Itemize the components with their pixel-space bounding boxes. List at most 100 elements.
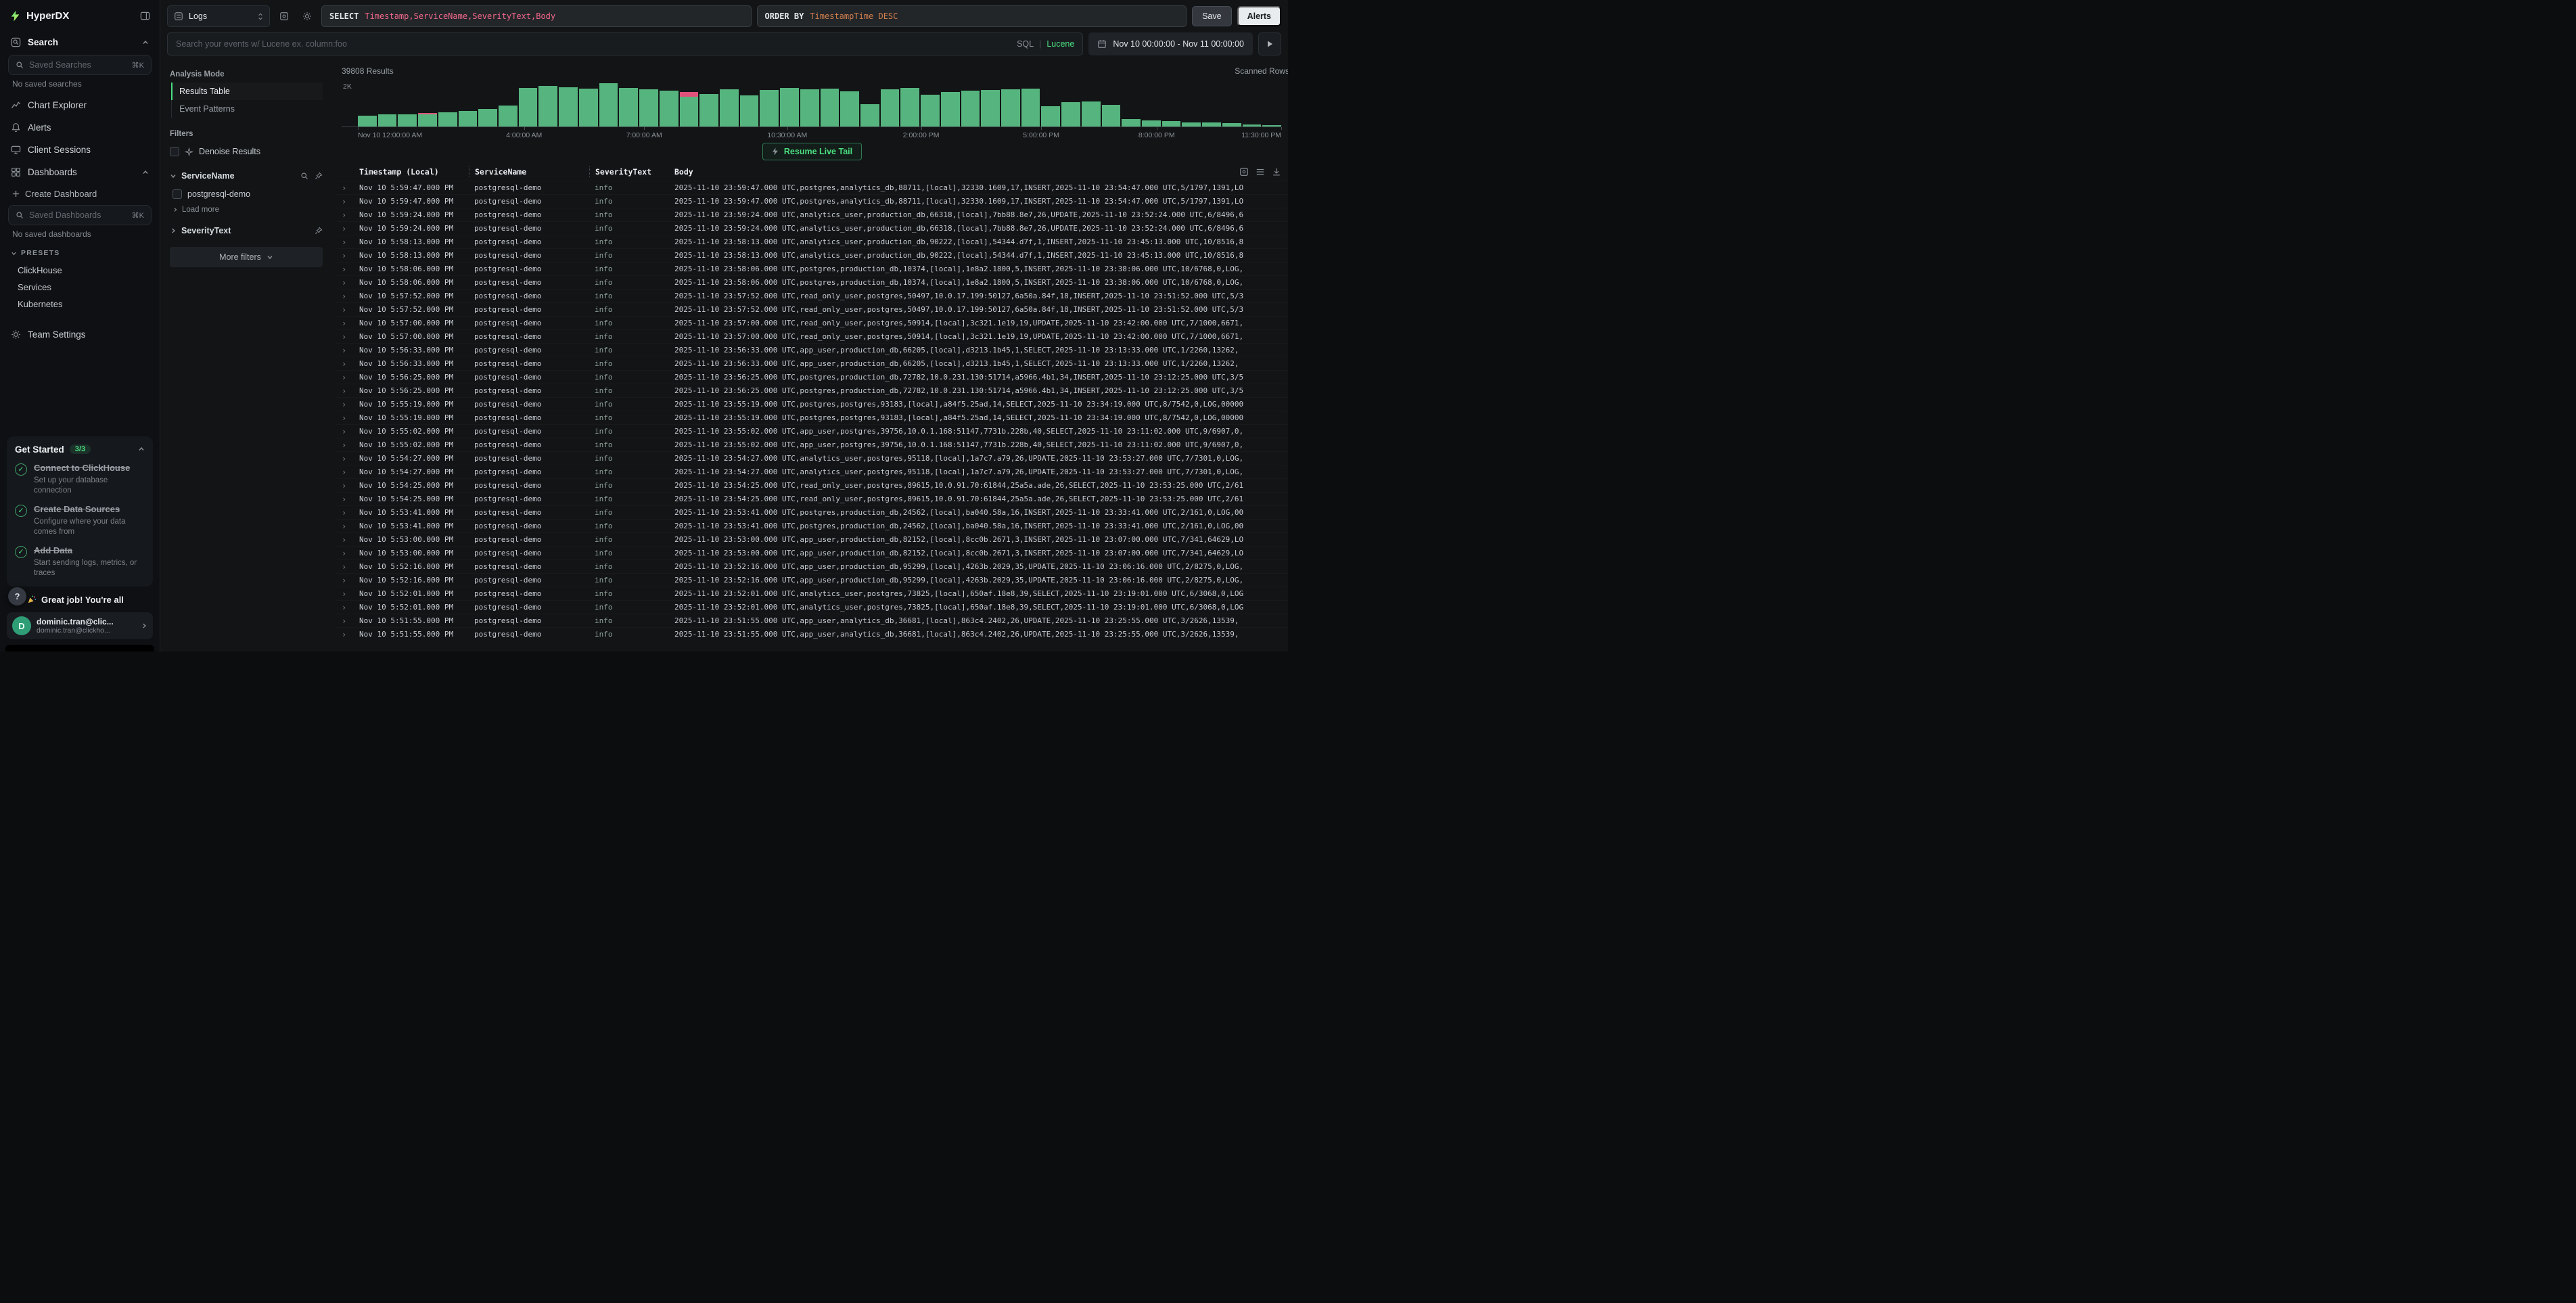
download-icon[interactable] (1272, 167, 1281, 177)
run-query-button[interactable] (1258, 32, 1281, 55)
row-expand-icon[interactable]: › (336, 346, 354, 355)
language-toggle-lucene[interactable]: Lucene (1046, 39, 1074, 49)
table-row[interactable]: ›Nov 10 5:59:47.000 PMpostgresql-demoinf… (336, 194, 1288, 208)
histogram-bar[interactable] (720, 83, 739, 127)
saved-searches-input[interactable]: Saved Searches ⌘K (8, 55, 152, 75)
table-settings-icon[interactable] (1239, 167, 1249, 177)
row-expand-icon[interactable]: › (336, 183, 354, 193)
histogram-bar[interactable] (1162, 83, 1181, 127)
load-more-button[interactable]: Load more (170, 202, 323, 217)
histogram-bar[interactable] (1102, 83, 1121, 127)
sidebar-item-kubernetes[interactable]: Kubernetes (7, 296, 153, 313)
row-expand-icon[interactable]: › (336, 549, 354, 558)
histogram-bar[interactable] (780, 83, 799, 127)
mode-event-patterns[interactable]: Event Patterns (171, 100, 323, 118)
row-expand-icon[interactable]: › (336, 616, 354, 626)
histogram-bar[interactable] (478, 83, 497, 127)
histogram-bar[interactable] (740, 83, 759, 127)
histogram-bar[interactable] (519, 83, 538, 127)
table-row[interactable]: ›Nov 10 5:52:01.000 PMpostgresql-demoinf… (336, 587, 1288, 600)
table-row[interactable]: ›Nov 10 5:58:13.000 PMpostgresql-demoinf… (336, 248, 1288, 262)
histogram-bar[interactable] (660, 83, 678, 127)
sidebar-item-alerts[interactable]: Alerts (7, 116, 153, 139)
row-expand-icon[interactable]: › (336, 305, 354, 315)
source-settings-button[interactable] (298, 7, 316, 25)
histogram-bar[interactable] (961, 83, 980, 127)
histogram-bar[interactable] (1122, 83, 1141, 127)
histogram-bar[interactable] (1041, 83, 1060, 127)
histogram-bar[interactable] (599, 83, 618, 127)
column-severitytext[interactable]: SeverityText (589, 166, 669, 177)
column-servicename[interactable]: ServiceName (469, 166, 589, 177)
histogram-bar[interactable] (760, 83, 779, 127)
row-expand-icon[interactable]: › (336, 265, 354, 274)
table-row[interactable]: ›Nov 10 5:56:33.000 PMpostgresql-demoinf… (336, 357, 1288, 370)
table-row[interactable]: ›Nov 10 5:54:27.000 PMpostgresql-demoinf… (336, 451, 1288, 465)
row-expand-icon[interactable]: › (336, 359, 354, 369)
collapse-sidebar-icon[interactable] (140, 11, 150, 21)
table-row[interactable]: ›Nov 10 5:56:33.000 PMpostgresql-demoinf… (336, 343, 1288, 357)
row-expand-icon[interactable]: › (336, 373, 354, 382)
denoise-results-option[interactable]: Denoise Results (170, 142, 323, 161)
sidebar-item-services[interactable]: Services (7, 279, 153, 296)
histogram-bar[interactable] (821, 83, 840, 127)
row-expand-icon[interactable]: › (336, 576, 354, 585)
histogram-bar[interactable] (680, 83, 699, 127)
table-row[interactable]: ›Nov 10 5:58:06.000 PMpostgresql-demoinf… (336, 275, 1288, 289)
histogram-bar[interactable] (619, 83, 638, 127)
table-row[interactable]: ›Nov 10 5:53:41.000 PMpostgresql-demoinf… (336, 505, 1288, 519)
histogram-bar[interactable] (1182, 83, 1201, 127)
row-expand-icon[interactable]: › (336, 224, 354, 233)
sidebar-item-search[interactable]: Search (7, 31, 153, 53)
row-expand-icon[interactable]: › (336, 535, 354, 545)
save-button[interactable]: Save (1192, 6, 1232, 26)
row-expand-icon[interactable]: › (336, 251, 354, 260)
histogram-bar[interactable] (358, 83, 377, 127)
table-row[interactable]: ›Nov 10 5:59:24.000 PMpostgresql-demoinf… (336, 208, 1288, 221)
row-expand-icon[interactable]: › (336, 386, 354, 396)
get-started-header[interactable]: Get Started 3/3 (15, 444, 145, 455)
pin-icon[interactable] (315, 227, 323, 235)
row-expand-icon[interactable]: › (336, 278, 354, 288)
resume-live-tail-button[interactable]: Resume Live Tail (762, 143, 862, 160)
histogram-bar[interactable] (538, 83, 557, 127)
table-row[interactable]: ›Nov 10 5:54:27.000 PMpostgresql-demoinf… (336, 465, 1288, 478)
row-expand-icon[interactable]: › (336, 237, 354, 247)
table-row[interactable]: ›Nov 10 5:58:13.000 PMpostgresql-demoinf… (336, 235, 1288, 248)
row-expand-icon[interactable]: › (336, 292, 354, 301)
event-search-box[interactable]: SQL | Lucene (167, 32, 1083, 55)
histogram-bar[interactable] (860, 83, 879, 127)
sidebar-item-clickhouse[interactable]: ClickHouse (7, 262, 153, 279)
sidebar-item-team-settings[interactable]: Team Settings (7, 323, 153, 346)
histogram-bar[interactable] (941, 83, 960, 127)
date-range-picker[interactable]: Nov 10 00:00:00 - Nov 11 00:00:00 (1088, 32, 1253, 55)
table-row[interactable]: ›Nov 10 5:52:16.000 PMpostgresql-demoinf… (336, 573, 1288, 587)
table-row[interactable]: ›Nov 10 5:57:00.000 PMpostgresql-demoinf… (336, 329, 1288, 343)
histogram-bar[interactable] (1262, 83, 1281, 127)
saved-dashboards-input[interactable]: Saved Dashboards ⌘K (8, 205, 152, 225)
table-row[interactable]: ›Nov 10 5:57:52.000 PMpostgresql-demoinf… (336, 289, 1288, 302)
row-expand-icon[interactable]: › (336, 589, 354, 599)
column-timestamp[interactable]: Timestamp (Local) (354, 166, 469, 177)
table-row[interactable]: ›Nov 10 5:51:55.000 PMpostgresql-demoinf… (336, 614, 1288, 627)
histogram-bar[interactable] (1222, 83, 1241, 127)
table-row[interactable]: ›Nov 10 5:55:02.000 PMpostgresql-demoinf… (336, 424, 1288, 438)
table-row[interactable]: ›Nov 10 5:55:19.000 PMpostgresql-demoinf… (336, 397, 1288, 411)
get-started-item[interactable]: ✓Add DataStart sending logs, metrics, or… (15, 545, 145, 578)
histogram-bar[interactable] (418, 83, 437, 127)
table-row[interactable]: ›Nov 10 5:52:16.000 PMpostgresql-demoinf… (336, 559, 1288, 573)
pin-icon[interactable] (315, 172, 323, 180)
table-row[interactable]: ›Nov 10 5:57:52.000 PMpostgresql-demoinf… (336, 302, 1288, 316)
order-by-input[interactable]: ORDER BY TimestampTime DESC (757, 5, 1187, 27)
row-expand-icon[interactable]: › (336, 319, 354, 328)
row-expand-icon[interactable]: › (336, 481, 354, 490)
table-row[interactable]: ›Nov 10 5:53:41.000 PMpostgresql-demoinf… (336, 519, 1288, 532)
table-row[interactable]: ›Nov 10 5:53:00.000 PMpostgresql-demoinf… (336, 546, 1288, 559)
row-expand-icon[interactable]: › (336, 440, 354, 450)
table-row[interactable]: ›Nov 10 5:54:25.000 PMpostgresql-demoinf… (336, 478, 1288, 492)
filter-option-postgresql-demo[interactable]: postgresql-demo (170, 185, 323, 202)
presets-section-header[interactable]: PRESETS (7, 244, 153, 262)
table-row[interactable]: ›Nov 10 5:58:06.000 PMpostgresql-demoinf… (336, 262, 1288, 275)
row-density-icon[interactable] (1256, 167, 1265, 177)
row-expand-icon[interactable]: › (336, 630, 354, 639)
